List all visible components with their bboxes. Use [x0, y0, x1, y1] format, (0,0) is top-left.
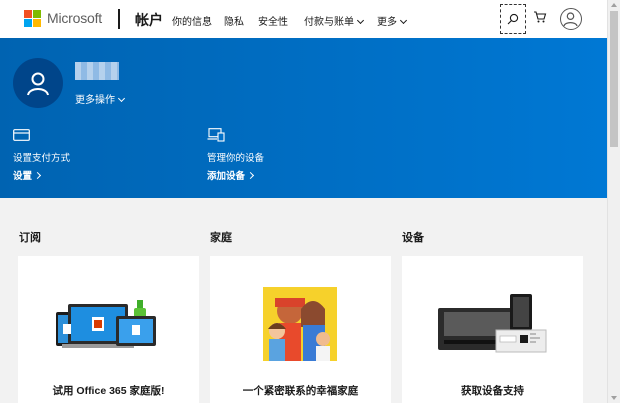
setup-payment-link-label: 设置	[13, 171, 33, 182]
account-title[interactable]: 帐户	[135, 10, 163, 30]
add-device-link[interactable]: 添加设备	[207, 168, 255, 182]
nav-payment-billing[interactable]: 付款与账单	[304, 13, 365, 28]
profile-avatar[interactable]	[13, 58, 63, 108]
nav-privacy[interactable]: 隐私	[224, 13, 244, 28]
card-title: 获取设备支持	[461, 385, 524, 397]
credit-card-icon	[13, 129, 30, 141]
nav-label: 隐私	[224, 17, 244, 28]
nav-label: 安全性	[258, 17, 288, 28]
chevron-down-icon	[117, 94, 126, 103]
nav-label: 付款与账单	[304, 17, 354, 28]
top-header: Microsoft 帐户 你的信息 隐私 安全性 付款与账单 更多	[0, 0, 607, 38]
chevron-right-icon	[33, 171, 42, 180]
brand-name[interactable]: Microsoft	[47, 10, 102, 26]
family-card[interactable]: 一个紧密联系的幸福家庭	[210, 256, 391, 403]
scroll-up-arrow-icon[interactable]	[611, 3, 617, 7]
devices-icon	[207, 128, 225, 142]
nav-more[interactable]: 更多	[377, 13, 408, 28]
nav-label: 更多	[377, 17, 397, 28]
section-label-family: 家庭	[210, 232, 232, 244]
subscription-card[interactable]: 试用 Office 365 家庭版!	[18, 256, 199, 403]
account-hero-banner: 更多操作 设置支付方式 设置 管理你的设备 添加设备	[0, 38, 607, 198]
setup-payment-title: 设置支付方式	[13, 153, 71, 164]
cart-icon	[534, 11, 547, 23]
nav-security[interactable]: 安全性	[258, 13, 288, 28]
chevron-down-icon	[399, 16, 408, 25]
account-avatar-icon	[563, 12, 578, 27]
search-icon	[507, 13, 519, 25]
family-illustration-icon	[263, 287, 337, 361]
chevron-right-icon	[246, 171, 255, 180]
chevron-down-icon	[356, 16, 365, 25]
card-title: 试用 Office 365 家庭版!	[52, 385, 165, 397]
add-device-link-label: 添加设备	[207, 171, 246, 182]
devices-support-illustration-icon	[438, 294, 547, 353]
more-actions-link[interactable]: 更多操作	[75, 91, 126, 106]
more-actions-label: 更多操作	[75, 95, 115, 106]
nav-your-info[interactable]: 你的信息	[172, 13, 212, 28]
office-devices-illustration-icon	[56, 300, 156, 348]
scroll-down-arrow-icon[interactable]	[611, 396, 617, 400]
scrollbar-thumb[interactable]	[610, 11, 618, 147]
section-label-subscriptions: 订阅	[19, 232, 41, 244]
profile-name-redacted	[75, 62, 119, 80]
header-divider	[118, 9, 120, 29]
user-icon	[27, 72, 49, 96]
search-button[interactable]	[500, 4, 526, 34]
manage-devices-title: 管理你的设备	[207, 153, 265, 164]
card-title: 一个紧密联系的幸福家庭	[242, 385, 359, 397]
cart-button[interactable]	[533, 10, 549, 26]
account-avatar-button[interactable]	[560, 8, 582, 30]
microsoft-logo-icon[interactable]	[24, 10, 41, 27]
vertical-scrollbar[interactable]	[607, 0, 620, 403]
devices-card[interactable]: 获取设备支持	[402, 256, 583, 403]
setup-payment-link[interactable]: 设置	[13, 168, 42, 182]
section-label-devices: 设备	[402, 232, 424, 244]
nav-label: 你的信息	[172, 17, 212, 28]
